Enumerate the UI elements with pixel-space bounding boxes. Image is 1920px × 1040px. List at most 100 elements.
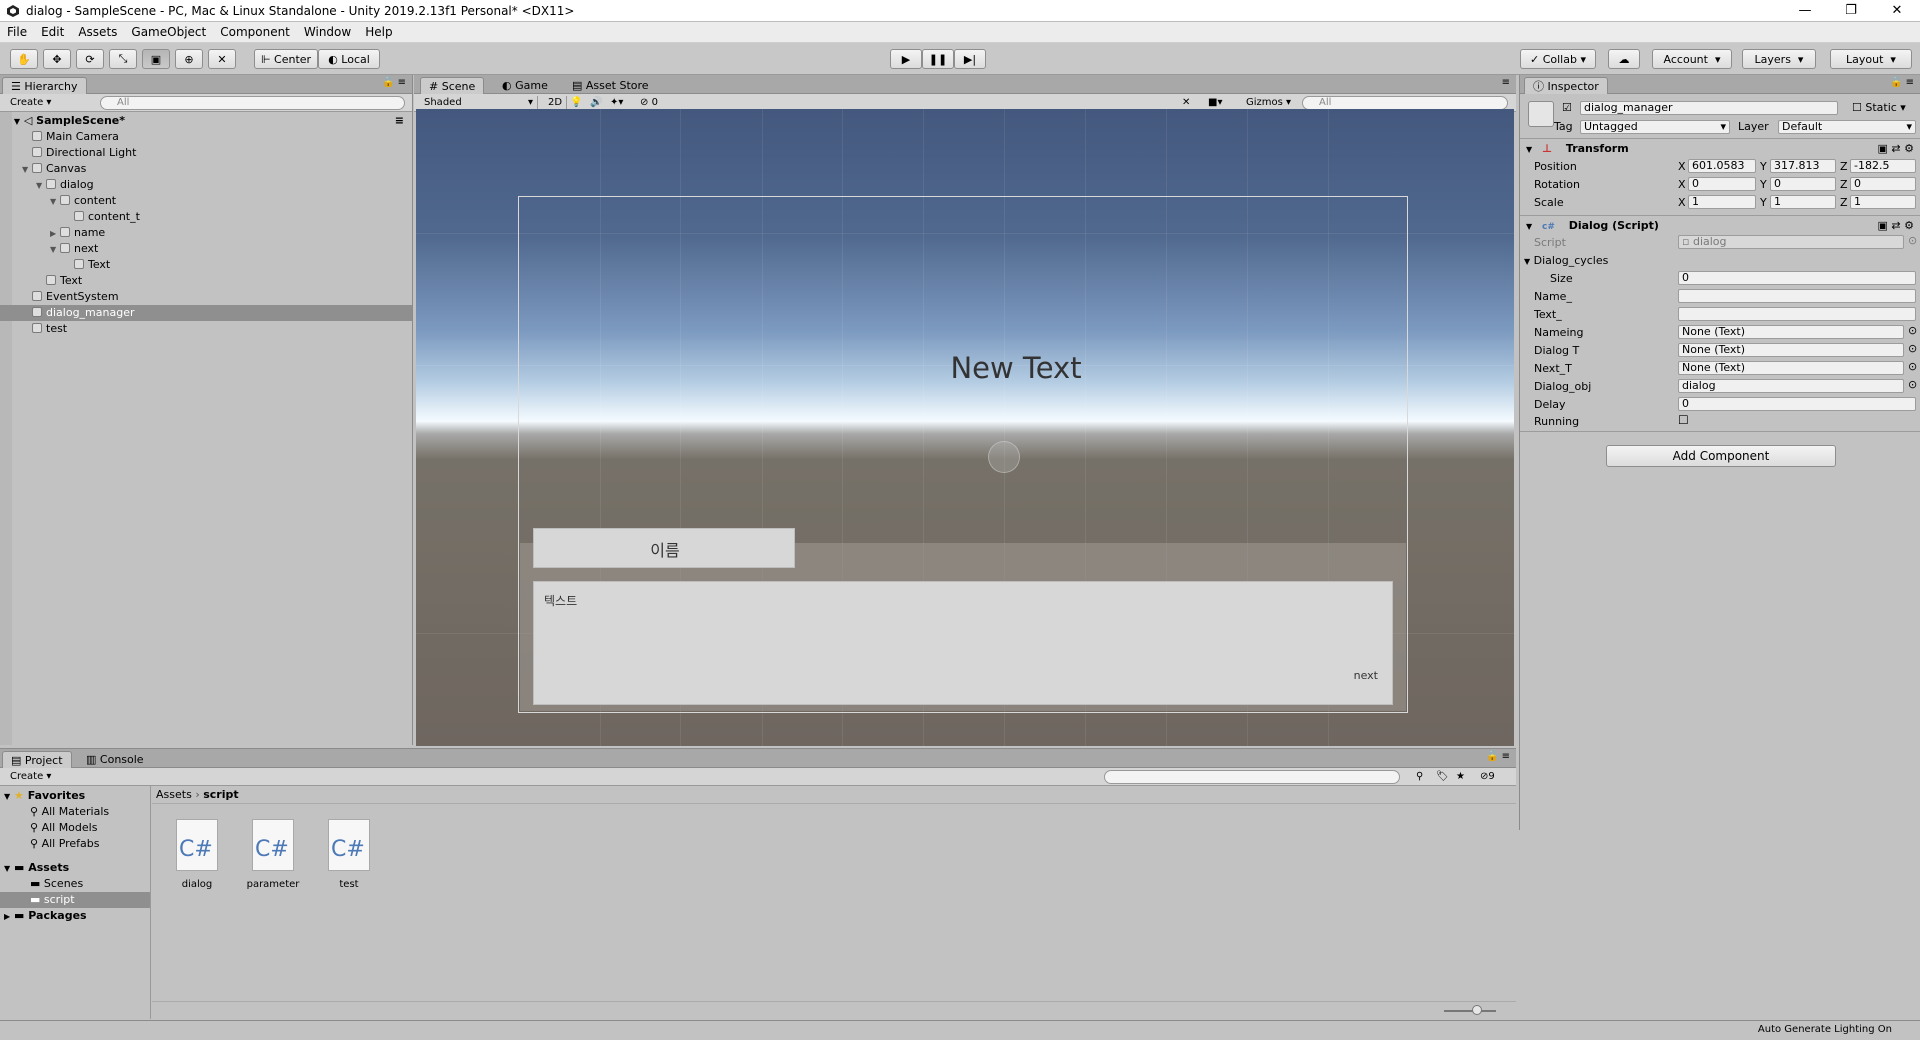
rotation-y-field[interactable]: 0 bbox=[1770, 177, 1836, 191]
tools-icon[interactable]: ✕ bbox=[1178, 96, 1194, 110]
play-button[interactable]: ▶ bbox=[890, 49, 922, 69]
object-field[interactable] bbox=[1678, 307, 1916, 321]
tab-scene[interactable]: # Scene bbox=[420, 77, 485, 94]
light-gizmo-icon[interactable] bbox=[988, 441, 1020, 473]
favorite-all-models[interactable]: ⚲ All Models bbox=[0, 820, 150, 836]
hierarchy-item[interactable]: EventSystem bbox=[0, 289, 412, 305]
hierarchy-item[interactable]: content_t bbox=[0, 209, 412, 225]
object-field[interactable]: None (Text) bbox=[1678, 325, 1904, 339]
hierarchy-item[interactable]: Text bbox=[0, 273, 412, 289]
component-settings-icon[interactable]: ▣ ⇄ ⚙ bbox=[1878, 139, 1914, 159]
foldout-arrow-icon[interactable]: ▼ bbox=[22, 162, 32, 178]
object-field[interactable]: None (Text) bbox=[1678, 361, 1904, 375]
size-field[interactable]: 0 bbox=[1678, 271, 1916, 285]
scale-x-field[interactable]: 1 bbox=[1688, 195, 1756, 209]
rotation-x-field[interactable]: 0 bbox=[1688, 177, 1756, 191]
hierarchy-item[interactable]: ▼ dialog bbox=[0, 177, 412, 193]
move-tool-button[interactable]: ✥ bbox=[43, 49, 71, 69]
scene-panel-menu-icon[interactable]: ≡ bbox=[1502, 77, 1510, 88]
filter-by-label-icon[interactable]: 🏷 bbox=[1432, 770, 1453, 784]
object-picker-icon[interactable]: ⊙ bbox=[1908, 360, 1917, 373]
object-field[interactable]: dialog bbox=[1678, 379, 1904, 393]
zoom-slider-track[interactable] bbox=[1444, 1010, 1496, 1012]
scene-menu-icon[interactable]: ≡ bbox=[395, 113, 404, 129]
pivot-local-button[interactable]: ◐ Local bbox=[318, 49, 380, 69]
folder-scenes[interactable]: ▬ Scenes bbox=[0, 876, 150, 892]
pause-button[interactable]: ❚❚ bbox=[922, 49, 954, 69]
foldout-arrow-icon[interactable]: ▼ bbox=[50, 242, 60, 258]
object-field[interactable]: 0 bbox=[1678, 397, 1916, 411]
breadcrumb-script[interactable]: script bbox=[203, 788, 238, 801]
favorite-all-materials[interactable]: ⚲ All Materials bbox=[0, 804, 150, 820]
transform-tool-button[interactable]: ⊕ bbox=[175, 49, 203, 69]
dialog-cycles-row[interactable]: ▼ Dialog_cycles bbox=[1524, 254, 1608, 267]
custom-tool-button[interactable]: ✕ bbox=[208, 49, 236, 69]
tab-asset-store[interactable]: ▤ Asset Store bbox=[564, 77, 657, 94]
position-y-field[interactable]: 317.813 bbox=[1770, 159, 1836, 173]
tab-game[interactable]: ◐ Game bbox=[494, 77, 556, 94]
folder-script[interactable]: ▬ script bbox=[0, 892, 150, 908]
favorites-row[interactable]: ▼ ★ Favorites bbox=[0, 788, 150, 804]
menu-component[interactable]: Component bbox=[213, 25, 297, 39]
hierarchy-item[interactable]: Directional Light bbox=[0, 145, 412, 161]
scene-root-row[interactable]: ▼ ◁ SampleScene* ≡ bbox=[0, 113, 412, 129]
menu-gameobject[interactable]: GameObject bbox=[124, 25, 213, 39]
scene-viewport[interactable]: New Text 이름 텍스트 next bbox=[416, 109, 1514, 746]
csharp-file-icon[interactable]: C# bbox=[328, 819, 372, 875]
layer-dropdown[interactable]: Default ▾ bbox=[1778, 120, 1916, 134]
breadcrumb-assets[interactable]: Assets bbox=[156, 788, 192, 801]
close-button[interactable]: ✕ bbox=[1874, 0, 1920, 22]
menu-file[interactable]: File bbox=[0, 25, 34, 39]
hidden-packages-toggle[interactable]: ⊘9 bbox=[1476, 770, 1499, 784]
toggle-2d-button[interactable]: 2D bbox=[544, 96, 568, 110]
cloud-button[interactable]: ☁ bbox=[1608, 49, 1640, 69]
scale-tool-button[interactable]: ⤡ bbox=[109, 49, 137, 69]
rotate-tool-button[interactable]: ⟳ bbox=[76, 49, 104, 69]
layout-button[interactable]: Layout ▾ bbox=[1830, 49, 1912, 69]
tag-dropdown[interactable]: Untagged ▾ bbox=[1580, 120, 1730, 134]
project-create-button[interactable]: Create ▾ bbox=[6, 770, 55, 784]
pivot-center-button[interactable]: ⊩ Center bbox=[254, 49, 318, 69]
tab-hierarchy[interactable]: ☰ Hierarchy bbox=[2, 77, 87, 94]
collab-button[interactable]: ✓ Collab ▾ bbox=[1520, 49, 1596, 69]
packages-row[interactable]: ▶ ▬ Packages bbox=[0, 908, 150, 924]
running-checkbox[interactable]: ☐ bbox=[1678, 413, 1689, 427]
hierarchy-item[interactable]: Text bbox=[0, 257, 412, 273]
position-x-field[interactable]: 601.0583 bbox=[1688, 159, 1756, 173]
add-component-button[interactable]: Add Component bbox=[1606, 445, 1836, 467]
dialog-script-header[interactable]: ▼ c# Dialog (Script) ▣ ⇄ ⚙ bbox=[1520, 215, 1920, 235]
gizmos-dropdown[interactable]: Gizmos ▾ bbox=[1242, 96, 1295, 110]
position-z-field[interactable]: -182.5 bbox=[1850, 159, 1916, 173]
hand-tool-button[interactable]: ✋ bbox=[10, 49, 38, 69]
hierarchy-item[interactable]: dialog_manager bbox=[0, 305, 412, 321]
dialog-settings-icon[interactable]: ▣ ⇄ ⚙ bbox=[1878, 216, 1914, 236]
object-picker-icon[interactable]: ⊙ bbox=[1908, 378, 1917, 391]
project-lock-icon[interactable]: 🔒 ≡ bbox=[1486, 751, 1510, 762]
menu-edit[interactable]: Edit bbox=[34, 25, 71, 39]
favorite-star-icon[interactable]: ★ bbox=[1452, 770, 1469, 784]
hierarchy-item[interactable]: test bbox=[0, 321, 412, 337]
content-box[interactable]: 텍스트 next bbox=[533, 581, 1393, 705]
transform-header[interactable]: ▼ ⊥ Transform ▣ ⇄ ⚙ bbox=[1520, 138, 1920, 158]
rect-tool-button[interactable]: ▣ bbox=[142, 49, 170, 69]
hierarchy-item[interactable]: ▼ content bbox=[0, 193, 412, 209]
menu-assets[interactable]: Assets bbox=[71, 25, 124, 39]
object-field[interactable] bbox=[1678, 289, 1916, 303]
tab-inspector[interactable]: ⓘ Inspector bbox=[1524, 77, 1608, 94]
csharp-file-icon[interactable]: C# bbox=[176, 819, 220, 875]
foldout-arrow-icon[interactable]: ▶ bbox=[50, 226, 60, 242]
scale-y-field[interactable]: 1 bbox=[1770, 195, 1836, 209]
name-box[interactable]: 이름 bbox=[533, 528, 795, 568]
hidden-objects-toggle[interactable]: ⊘ 0 bbox=[636, 96, 662, 110]
scale-z-field[interactable]: 1 bbox=[1850, 195, 1916, 209]
camera-icon[interactable]: ■▾ bbox=[1204, 96, 1226, 110]
hierarchy-search-input[interactable]: All bbox=[100, 96, 405, 110]
zoom-slider-thumb[interactable] bbox=[1472, 1005, 1482, 1015]
project-search-input[interactable] bbox=[1104, 770, 1400, 784]
object-field[interactable]: None (Text) bbox=[1678, 343, 1904, 357]
minimize-button[interactable]: — bbox=[1782, 0, 1828, 22]
rotation-z-field[interactable]: 0 bbox=[1850, 177, 1916, 191]
scene-search-input[interactable]: All bbox=[1302, 96, 1508, 110]
foldout-arrow-icon[interactable]: ▼ bbox=[50, 194, 60, 210]
hierarchy-item[interactable]: ▼ next bbox=[0, 241, 412, 257]
